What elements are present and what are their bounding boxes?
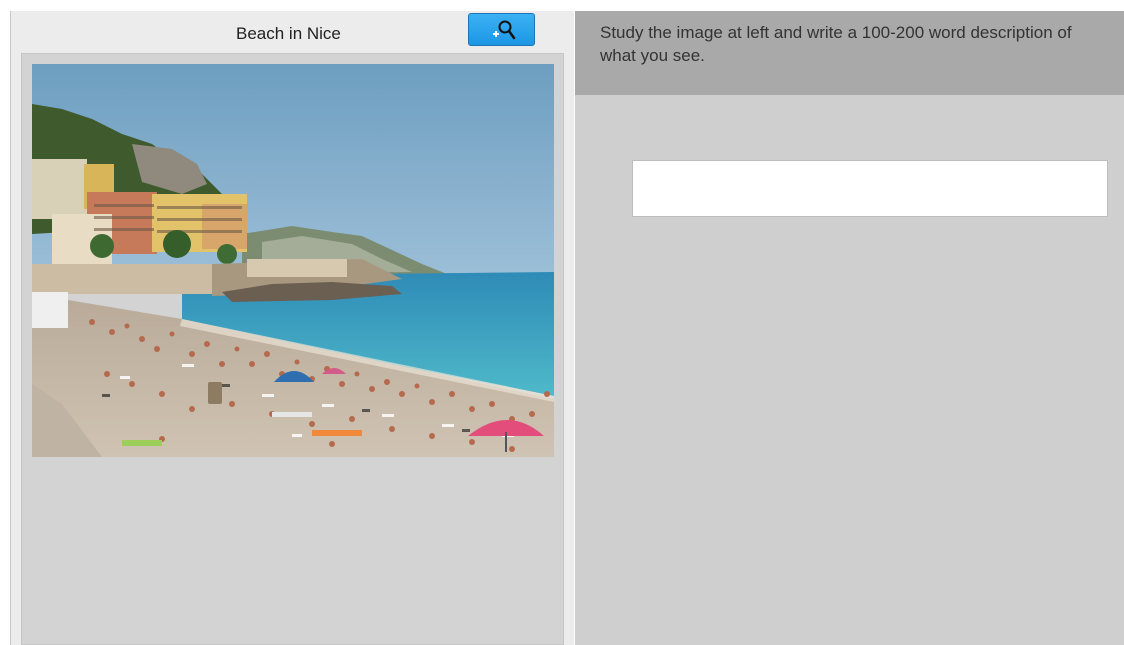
answer-input[interactable] bbox=[632, 160, 1108, 217]
instruction-text: Study the image at left and write a 100-… bbox=[600, 23, 1072, 65]
beach-photo[interactable] bbox=[32, 64, 554, 457]
page: Beach in Nice Study the image at left an… bbox=[0, 0, 1124, 645]
zoom-in-icon bbox=[493, 20, 516, 40]
instruction-bar: Study the image at left and write a 100-… bbox=[575, 11, 1124, 95]
image-panel-header: Beach in Nice bbox=[11, 11, 575, 51]
image-frame bbox=[21, 53, 564, 645]
zoom-button[interactable] bbox=[468, 13, 535, 46]
image-panel: Beach in Nice bbox=[10, 11, 574, 645]
response-panel: Study the image at left and write a 100-… bbox=[575, 11, 1124, 645]
beach-photo-graphic bbox=[32, 64, 554, 457]
image-title: Beach in Nice bbox=[236, 24, 341, 43]
